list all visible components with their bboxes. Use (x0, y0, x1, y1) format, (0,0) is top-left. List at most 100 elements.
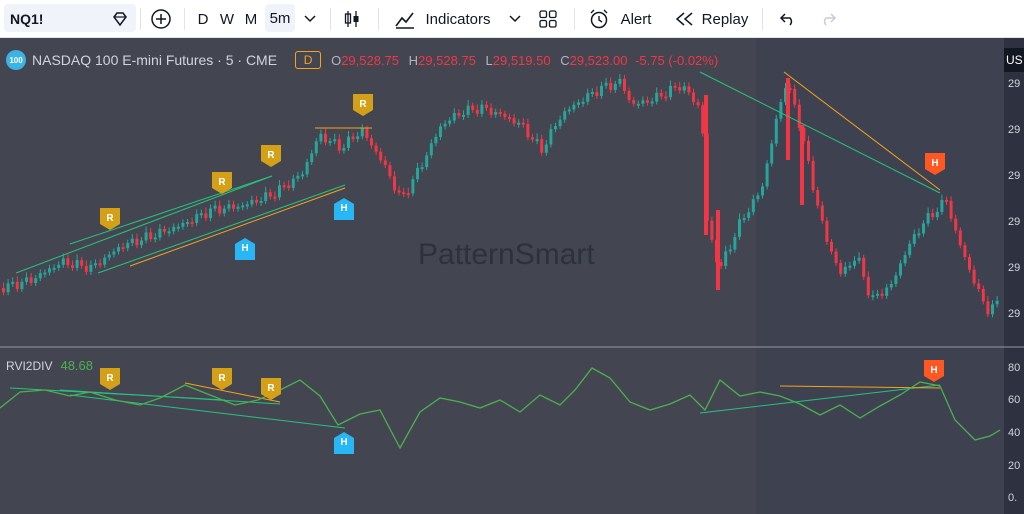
marker-label: H (340, 203, 347, 214)
candle (448, 120, 452, 124)
candle (227, 204, 231, 209)
candle (259, 200, 263, 203)
data-delay-badge[interactable]: D (295, 51, 322, 69)
candle (402, 192, 406, 195)
candle (80, 260, 84, 266)
alarm-clock-icon[interactable] (586, 0, 612, 38)
close-key: C (560, 52, 570, 68)
candle (149, 232, 153, 239)
candle (627, 90, 631, 101)
candle (420, 167, 424, 170)
candle (2, 288, 5, 293)
candle (264, 192, 268, 201)
alert-button[interactable]: Alert (616, 0, 656, 38)
interval-5m-button[interactable]: 5m (265, 4, 295, 32)
candle (786, 78, 790, 160)
candle (314, 141, 318, 154)
price-axis-background (1004, 38, 1024, 514)
candle (301, 174, 304, 177)
candle (595, 92, 599, 97)
candle (646, 100, 649, 103)
marker-label: R (267, 383, 275, 394)
candle (885, 287, 889, 296)
candle (793, 88, 797, 105)
interval-d-button[interactable]: D (190, 0, 216, 38)
candle (577, 102, 580, 105)
interval-dropdown-chevron-icon[interactable] (298, 0, 322, 38)
candle (107, 254, 111, 258)
layout-grid-icon[interactable] (536, 0, 560, 38)
candle (871, 295, 875, 298)
high-key: H (408, 52, 419, 68)
symbol-title: NASDAQ 100 E-mini Futures · 5 · CME (32, 52, 278, 68)
indicators-icon[interactable] (392, 0, 418, 38)
candle (452, 113, 456, 121)
candle (991, 304, 994, 315)
candle (140, 240, 143, 246)
candle (756, 195, 760, 200)
candle (176, 226, 180, 229)
candle (830, 241, 833, 252)
indicators-button[interactable]: Indicators (422, 0, 494, 38)
candle (848, 265, 852, 268)
symbol-name[interactable]: NQ1! (10, 0, 43, 38)
marker-label: H (931, 158, 938, 169)
marker-label: R (106, 373, 114, 384)
candle (342, 147, 346, 151)
candle (853, 260, 856, 266)
currency-label[interactable]: US (1004, 48, 1024, 72)
open-value: 29,528.75 (341, 52, 400, 68)
candles-icon[interactable] (338, 0, 366, 38)
add-symbol-icon[interactable] (148, 0, 174, 38)
candle (563, 111, 567, 120)
candle (356, 136, 360, 140)
candle (931, 213, 935, 218)
candle (287, 185, 291, 188)
candle (751, 199, 755, 213)
marker-label: H (930, 365, 937, 376)
candle (816, 190, 820, 206)
candle (682, 86, 686, 91)
candle (839, 263, 843, 274)
price-chart[interactable]: R R R R H H H R R R H H (0, 38, 1024, 514)
candle (443, 123, 447, 127)
candle (908, 243, 912, 256)
candle (945, 199, 948, 202)
candle (172, 226, 176, 232)
redo-icon[interactable] (816, 0, 840, 38)
candle (466, 105, 470, 115)
indicators-chevron-icon[interactable] (506, 0, 524, 38)
candle (61, 258, 65, 265)
candle (549, 129, 553, 145)
candle (319, 133, 323, 142)
candle (144, 232, 148, 241)
candle (972, 269, 976, 284)
top-toolbar: NQ1! D W M 5m Indicators Alert Replay (0, 0, 1024, 38)
candle (903, 255, 907, 264)
candle (218, 205, 222, 214)
candle (503, 113, 507, 118)
candle (186, 222, 189, 225)
candle (103, 257, 107, 265)
compare-diamond-icon[interactable] (106, 0, 134, 38)
marker-label: R (359, 99, 367, 110)
candle (498, 112, 502, 115)
session-highlight (756, 38, 1006, 514)
candle (480, 104, 484, 114)
interval-w-button[interactable]: W (214, 0, 240, 38)
candle (623, 78, 626, 91)
candle (843, 266, 847, 274)
candle (429, 143, 433, 156)
candle (701, 105, 705, 134)
interval-m-button[interactable]: M (238, 0, 264, 38)
replay-rewind-icon[interactable] (672, 0, 696, 38)
undo-icon[interactable] (776, 0, 800, 38)
candle (857, 257, 861, 261)
candle (209, 208, 212, 219)
replay-button[interactable]: Replay (700, 0, 750, 38)
indicator-name[interactable]: RVI2DIV (6, 359, 52, 373)
candle (25, 277, 28, 282)
candle (678, 87, 682, 91)
candle (439, 126, 442, 137)
candle (278, 185, 281, 198)
